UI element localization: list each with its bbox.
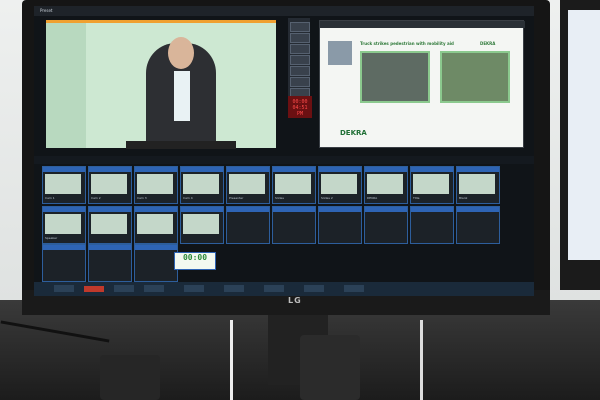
control-button[interactable] (290, 33, 310, 43)
source-tile[interactable] (88, 244, 132, 282)
source-tile[interactable]: Speaker (42, 206, 86, 244)
taskbar-item[interactable] (224, 285, 244, 292)
slide-headline: Truck strikes pedestrian with mobility a… (360, 41, 454, 46)
control-button[interactable] (290, 77, 310, 87)
multiview-divider (34, 156, 534, 164)
taskbar-item[interactable] (264, 285, 284, 292)
control-button[interactable] (290, 66, 310, 76)
source-tile[interactable]: Presenter (226, 166, 270, 204)
speaker-thumbnail (328, 41, 352, 65)
program-monitor: Truck strikes pedestrian with mobility a… (319, 20, 525, 148)
taskbar (34, 282, 534, 296)
source-tile[interactable]: Cam 1 (42, 166, 86, 204)
monitor-logo: LG (288, 296, 302, 305)
lectern (126, 141, 236, 149)
dekra-logo: DEKRA (480, 41, 496, 46)
source-tile[interactable] (180, 206, 224, 244)
source-tile[interactable]: Title (410, 166, 454, 204)
source-tile[interactable] (456, 206, 500, 244)
second-monitor (560, 0, 600, 290)
speaker (100, 355, 160, 400)
taskbar-item[interactable] (114, 285, 134, 292)
slide-image (360, 51, 430, 103)
source-tile[interactable] (88, 206, 132, 244)
taskbar-item[interactable] (304, 285, 324, 292)
source-tile[interactable]: Cam 2 (88, 166, 132, 204)
source-tile[interactable]: Slides 2 (318, 166, 362, 204)
taskbar-item[interactable] (184, 285, 204, 292)
timer-display: 00:00 04:51 PM (288, 96, 312, 118)
control-button[interactable] (290, 22, 310, 32)
taskbar-item[interactable] (144, 285, 164, 292)
source-tile[interactable] (318, 206, 362, 244)
source-tile[interactable]: Cam 4 (180, 166, 224, 204)
app-titlebar: Preset (34, 6, 534, 16)
source-tile[interactable] (226, 206, 270, 244)
cable (420, 320, 423, 400)
source-tile[interactable]: Slides (272, 166, 316, 204)
speaker (300, 335, 360, 400)
clock-badge: 00:00 (174, 252, 216, 270)
app-title: Preset (40, 8, 53, 13)
source-tile[interactable] (410, 206, 454, 244)
source-tile[interactable] (134, 206, 178, 244)
source-tile[interactable]: Blank (456, 166, 500, 204)
source-tile[interactable]: DEKRA (364, 166, 408, 204)
taskbar-item[interactable] (344, 285, 364, 292)
source-tile[interactable]: Cam 3 (134, 166, 178, 204)
monitor-screen: Preset 00:00 04:51 PM Truck strikes pede… (34, 6, 534, 296)
control-button[interactable] (290, 55, 310, 65)
source-tile[interactable] (364, 206, 408, 244)
preview-monitor (46, 20, 276, 149)
source-tile[interactable] (134, 244, 178, 282)
source-tile[interactable] (42, 244, 86, 282)
slide-image (440, 51, 510, 103)
cable (230, 320, 233, 400)
source-tile[interactable] (272, 206, 316, 244)
dekra-logo: DEKRA (340, 129, 367, 137)
taskbar-item[interactable] (54, 285, 74, 292)
control-button[interactable] (290, 44, 310, 54)
record-indicator (84, 286, 104, 292)
